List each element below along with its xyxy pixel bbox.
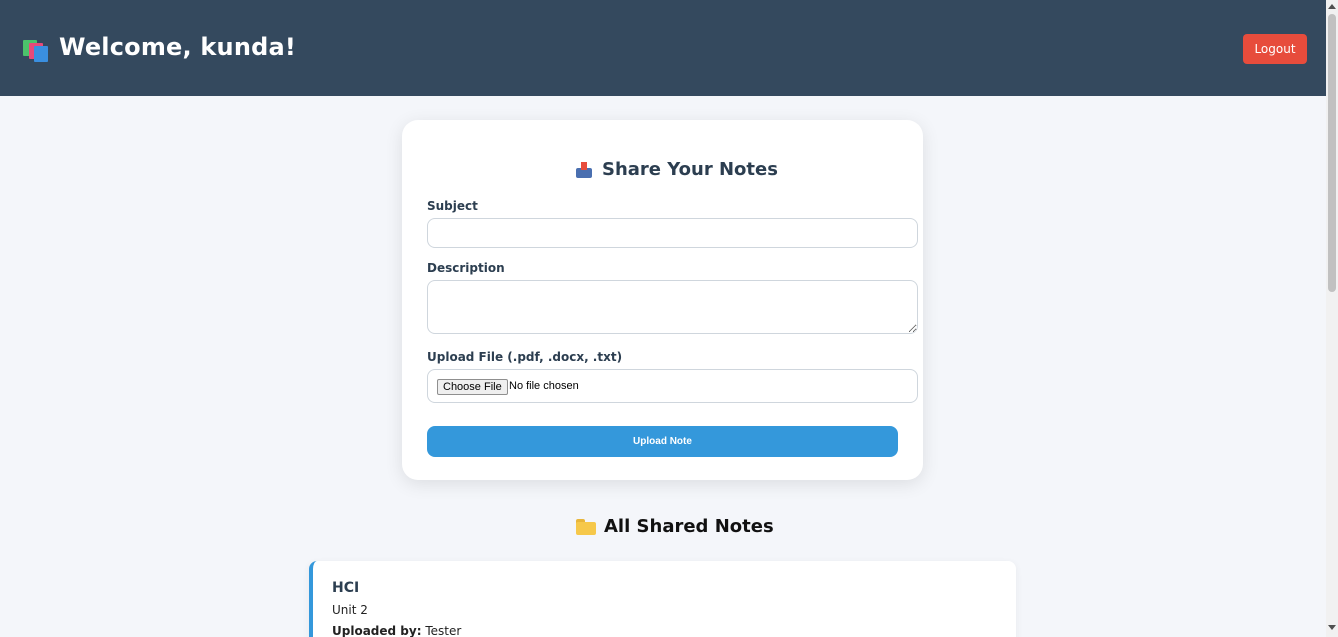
scroll-down-arrow-icon[interactable] [1328,625,1336,630]
inbox-tray-icon [576,161,592,178]
file-input[interactable]: Choose File No file chosen [427,369,918,403]
folder-icon [576,518,596,535]
choose-file-button[interactable]: Choose File [437,379,508,395]
uploaded-by-value: Tester [425,624,462,637]
note-uploader: Uploaded by: Tester [332,624,461,637]
upload-note-button[interactable]: Upload Note [427,426,898,457]
uploaded-by-label: Uploaded by: [332,624,422,637]
welcome-heading: Welcome, kunda! [59,33,297,61]
scroll-up-arrow-icon[interactable] [1328,4,1336,9]
page: Welcome, kunda! Logout Share Your Notes … [0,0,1326,637]
top-header: Welcome, kunda! Logout [0,0,1326,96]
description-label: Description [427,261,505,275]
description-textarea[interactable] [427,280,918,334]
note-card: HCI Unit 2 Uploaded by: Tester [309,561,1016,637]
subject-input[interactable] [427,218,918,248]
no-file-text: No file chosen [509,380,579,392]
share-notes-title-text: Share Your Notes [602,159,778,180]
all-shared-notes-title-text: All Shared Notes [604,516,774,537]
subject-label: Subject [427,199,478,213]
page-scrollbar[interactable] [1326,0,1338,637]
logout-button[interactable]: Logout [1243,34,1307,64]
note-subject: HCI [332,580,360,596]
scroll-thumb[interactable] [1328,14,1336,292]
books-icon [23,40,49,62]
file-label: Upload File (.pdf, .docx, .txt) [427,350,623,364]
note-description: Unit 2 [332,603,368,617]
share-notes-title: Share Your Notes [576,159,778,180]
all-shared-notes-title: All Shared Notes [576,516,774,537]
